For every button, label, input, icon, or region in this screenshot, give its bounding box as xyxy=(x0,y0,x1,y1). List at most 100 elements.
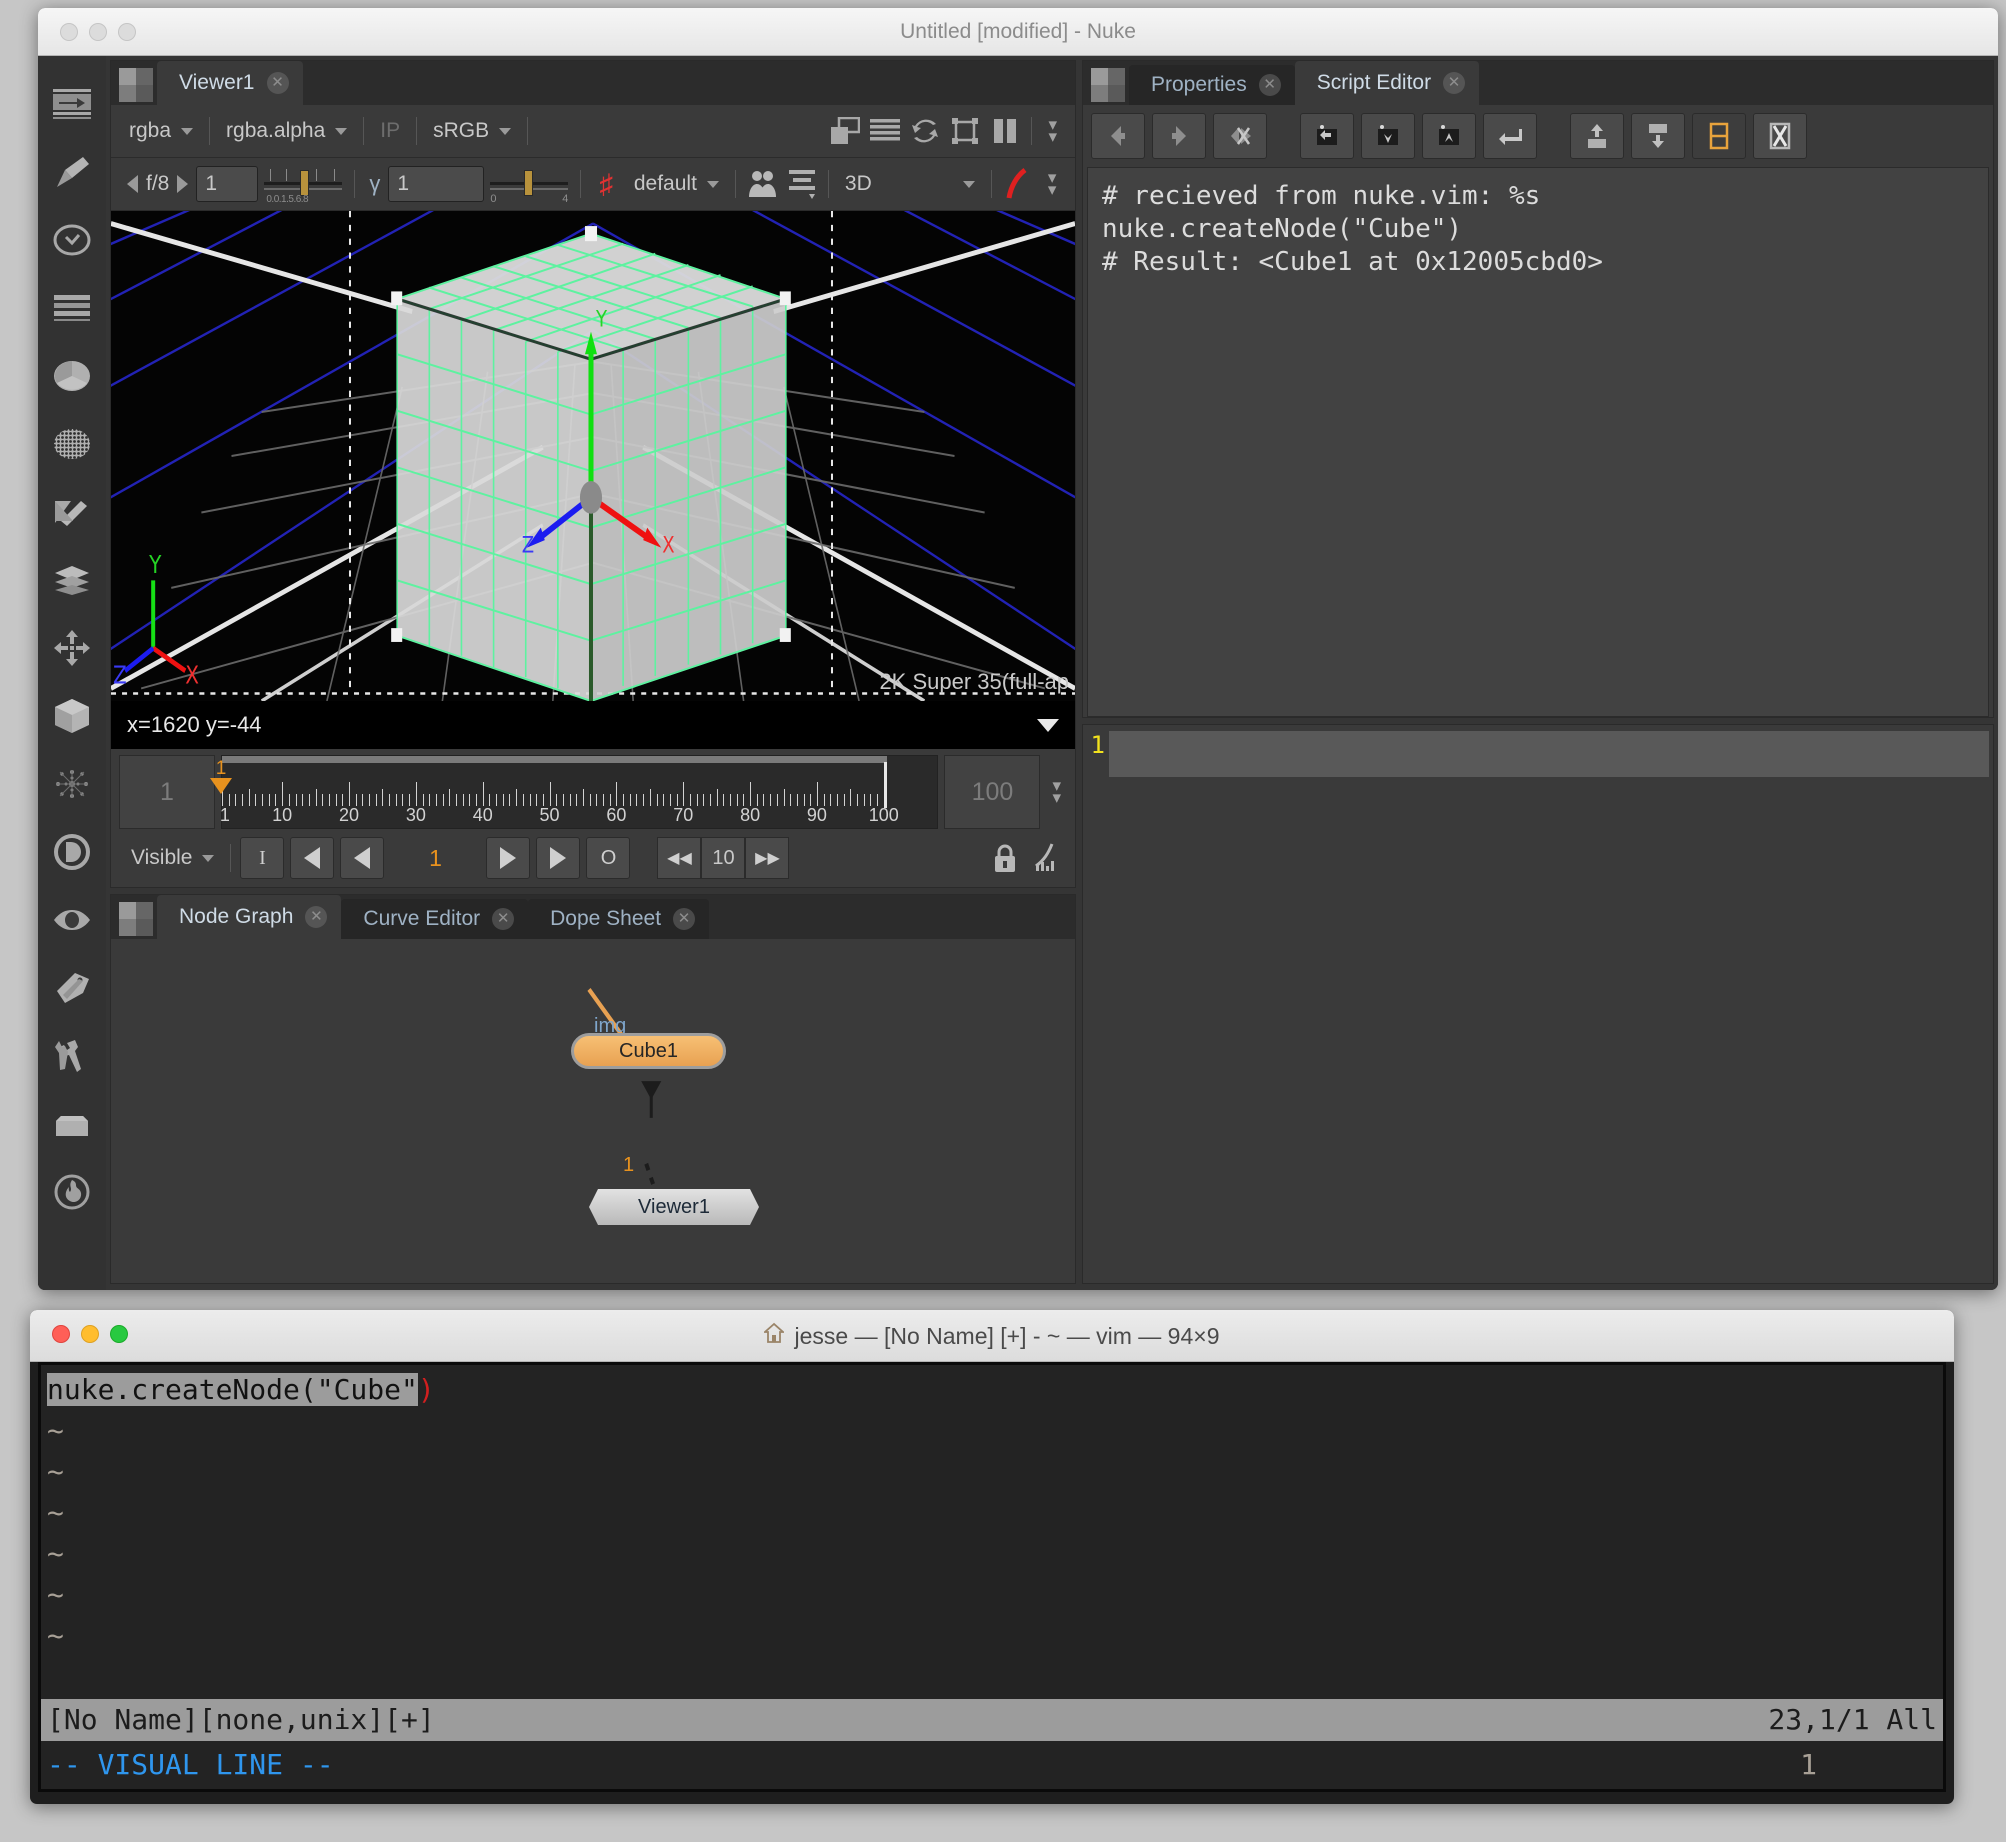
script-editor-output[interactable]: # recieved from nuke.vim: %s nuke.create… xyxy=(1087,167,1989,717)
proxy-mode-icon[interactable] xyxy=(825,111,865,151)
views-eye-icon[interactable] xyxy=(42,886,102,954)
tab-node-graph[interactable]: Node Graph ✕ xyxy=(157,895,341,939)
layout-preset-select[interactable]: default xyxy=(624,172,729,196)
previous-script-button[interactable] xyxy=(1091,113,1145,159)
script-editor-pane-grip[interactable] xyxy=(1091,68,1125,102)
tab-properties[interactable]: Properties ✕ xyxy=(1129,65,1295,105)
show-both-panels-button[interactable] xyxy=(1692,113,1746,159)
frame-in-button[interactable]: I xyxy=(240,837,284,879)
gain-decrease-button[interactable] xyxy=(127,175,138,193)
close-icon[interactable]: ✕ xyxy=(1259,74,1281,96)
timeline-out-frame-input[interactable]: 100 xyxy=(944,755,1040,829)
play-backward-button[interactable] xyxy=(290,837,334,879)
particles-icon[interactable] xyxy=(42,750,102,818)
tab-script-editor-label: Script Editor xyxy=(1317,71,1431,95)
roto-stroke-icon[interactable] xyxy=(998,164,1038,204)
expand-chevrons-icon[interactable]: ▾▾ xyxy=(1038,119,1067,143)
current-frame-field[interactable]: 1 xyxy=(387,845,483,872)
previous-frame-button[interactable] xyxy=(340,837,384,879)
show-output-only-button[interactable] xyxy=(1631,113,1685,159)
tab-curve-editor[interactable]: Curve Editor ✕ xyxy=(341,899,528,939)
grid-hash-icon[interactable]: ♯ xyxy=(587,169,624,200)
close-icon[interactable]: ✕ xyxy=(673,908,695,930)
close-icon[interactable]: ✕ xyxy=(305,906,327,928)
close-icon[interactable]: ✕ xyxy=(267,72,289,94)
node-cube[interactable]: Cube1 xyxy=(571,1033,726,1069)
next-frame-button[interactable] xyxy=(536,837,580,879)
gamma-slider[interactable]: 0 4 xyxy=(490,165,568,203)
tools-wrench-icon[interactable] xyxy=(42,1022,102,1090)
metadata-tag-icon[interactable] xyxy=(42,954,102,1022)
paint-brush-icon[interactable] xyxy=(42,138,102,206)
gamma-input[interactable]: 1 xyxy=(388,166,484,202)
timeline-ruler[interactable]: 1 1102030405060708090100 xyxy=(221,755,938,829)
timeline-in-frame-input[interactable]: 1 xyxy=(119,755,215,829)
channel-bars-icon[interactable] xyxy=(42,274,102,342)
time-clock-icon[interactable] xyxy=(42,206,102,274)
channel-list-icon[interactable] xyxy=(865,111,905,151)
stereo-people-icon[interactable] xyxy=(742,164,782,204)
vim-line-1[interactable]: nuke.createNode("Cube") xyxy=(41,1369,1943,1410)
filter-halftone-icon[interactable] xyxy=(42,410,102,478)
load-script-button[interactable] xyxy=(1361,113,1415,159)
play-forward-button[interactable] xyxy=(486,837,530,879)
fps-input[interactable]: 10 xyxy=(701,837,745,879)
tab-viewer1[interactable]: Viewer1 ✕ xyxy=(157,61,303,105)
viewer-pane-grip[interactable] xyxy=(119,68,153,102)
nodegraph-pane-grip[interactable] xyxy=(119,902,153,936)
clear-history-button[interactable] xyxy=(1213,113,1267,159)
svg-text:Y: Y xyxy=(148,551,161,580)
gain-slider[interactable]: 0.0.1.5.6.8 xyxy=(264,165,342,203)
vim-empty-line: ~ xyxy=(41,1492,1943,1533)
refresh-icon[interactable] xyxy=(905,111,945,151)
chevron-down-icon xyxy=(202,855,214,862)
terminal-titlebar[interactable]: jesse — [No Name] [+] - ~ — vim — 94×9 xyxy=(30,1310,1954,1362)
lock-icon[interactable] xyxy=(985,838,1025,878)
expand-chevrons-icon[interactable]: ▾▾ xyxy=(1038,172,1067,196)
node-viewer[interactable]: Viewer1 xyxy=(589,1189,759,1225)
close-icon[interactable]: ✕ xyxy=(1443,72,1465,94)
source-script-button[interactable] xyxy=(1300,113,1354,159)
chevron-down-icon[interactable] xyxy=(1037,719,1059,732)
close-icon[interactable]: ✕ xyxy=(492,908,514,930)
frame-out-button[interactable]: O xyxy=(586,837,630,879)
color-wheel-icon[interactable] xyxy=(42,342,102,410)
playback-curve-icon[interactable] xyxy=(1025,838,1065,878)
fast-forward-icon[interactable]: ▶▶ xyxy=(745,837,789,879)
read-node-icon[interactable] xyxy=(42,70,102,138)
pause-icon[interactable] xyxy=(985,111,1025,151)
view-mode-select[interactable]: 3D xyxy=(835,172,985,196)
next-script-button[interactable] xyxy=(1152,113,1206,159)
other-toolbox-icon[interactable] xyxy=(42,1090,102,1158)
expand-chevrons-icon[interactable]: ▾▾ xyxy=(1046,755,1067,829)
show-input-only-button[interactable] xyxy=(1570,113,1624,159)
merge-layers-icon[interactable] xyxy=(42,546,102,614)
channel-select[interactable]: rgba.alpha xyxy=(216,119,357,143)
timeline-playhead[interactable]: 1 xyxy=(210,760,232,794)
viewer-3d-viewport[interactable]: Y X Z xyxy=(111,211,1075,701)
furnace-flame-icon[interactable] xyxy=(42,1158,102,1226)
clear-output-button[interactable] xyxy=(1753,113,1807,159)
viewer-lut-select[interactable]: sRGB xyxy=(423,119,521,143)
nuke-node-toolbar[interactable] xyxy=(38,56,106,1290)
roi-icon[interactable] xyxy=(945,111,985,151)
rewind-icon[interactable]: ◀◀ xyxy=(657,837,701,879)
transform-move-icon[interactable] xyxy=(42,614,102,682)
geometry-cube-icon[interactable] xyxy=(42,682,102,750)
channel-set-select[interactable]: rgba xyxy=(119,119,203,143)
gain-input[interactable]: 1 xyxy=(196,166,258,202)
nodegraph-canvas[interactable]: img Cube1 1 Viewer1 xyxy=(111,939,1075,1283)
tab-script-editor[interactable]: Script Editor ✕ xyxy=(1295,61,1479,105)
gain-increase-button[interactable] xyxy=(177,175,188,193)
tab-dope-sheet[interactable]: Dope Sheet ✕ xyxy=(528,899,709,939)
keyer-eyedropper-icon[interactable] xyxy=(42,478,102,546)
deep-icon[interactable] xyxy=(42,818,102,886)
ip-toggle[interactable]: IP xyxy=(370,119,410,143)
vim-buffer[interactable]: nuke.createNode("Cube") ~ ~ ~ ~ ~ ~ [No … xyxy=(38,1362,1946,1792)
save-script-button[interactable] xyxy=(1422,113,1476,159)
nuke-titlebar[interactable]: Untitled [modified] - Nuke xyxy=(38,8,1998,56)
run-script-button[interactable] xyxy=(1483,113,1537,159)
wipe-layers-icon[interactable] xyxy=(782,164,822,204)
visible-mode-select[interactable]: Visible xyxy=(121,846,224,870)
script-editor-input[interactable] xyxy=(1109,731,1989,777)
